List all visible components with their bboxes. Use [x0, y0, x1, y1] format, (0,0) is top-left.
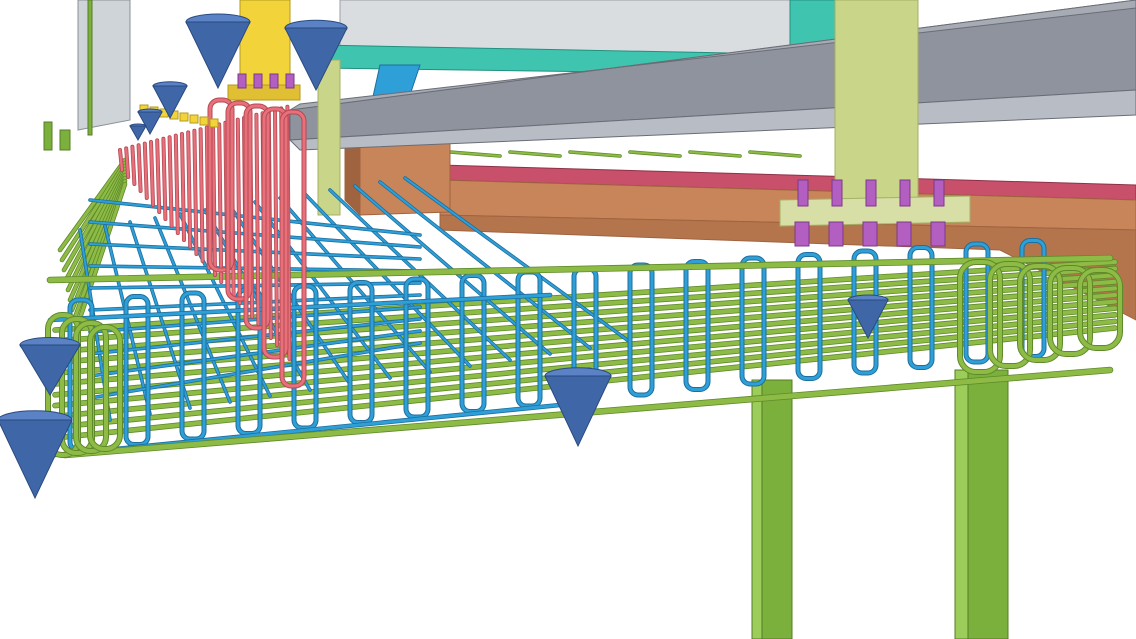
tie-6 [199, 116, 209, 126]
tie-5 [189, 114, 199, 124]
anchor-bolt-2 [862, 221, 878, 247]
base-bolt-3 [899, 179, 911, 207]
anchor-bolt-4 [930, 221, 946, 247]
column-shaft [834, 0, 919, 206]
far-post-a [43, 121, 53, 151]
base-bolt-4 [933, 179, 945, 207]
bracket-bolt-0 [237, 73, 247, 89]
timber-block [344, 139, 451, 216]
bracket-bolt-1 [253, 73, 263, 89]
base-bolt-1 [831, 179, 843, 207]
bim-rebar-3d-viewport[interactable] [0, 0, 1136, 639]
bracket-bolt-3 [285, 73, 295, 89]
left-wall-panel [77, 0, 131, 131]
spacer-cone-left-b [0, 419, 73, 500]
anchor-bolt-1 [828, 221, 844, 247]
anchor-bolt-0 [794, 221, 810, 247]
rear-column [317, 59, 341, 216]
rebar-cage-model [0, 0, 1136, 639]
pipe-right-highlight [954, 369, 969, 639]
tie-7 [209, 118, 219, 128]
far-post-b [59, 129, 71, 151]
pipe-left-highlight [751, 379, 763, 639]
base-bolt-2 [865, 179, 877, 207]
tie-4 [179, 112, 189, 122]
support-pipes [751, 369, 1009, 639]
left-wall-post [87, 0, 93, 136]
spacer-cone-top-e [129, 125, 147, 142]
base-bolt-0 [797, 179, 809, 207]
anchor-bolt-3 [896, 221, 912, 247]
yellow-bracket [239, 0, 291, 96]
bracket-bolt-2 [269, 73, 279, 89]
timber-block-side [344, 139, 361, 217]
